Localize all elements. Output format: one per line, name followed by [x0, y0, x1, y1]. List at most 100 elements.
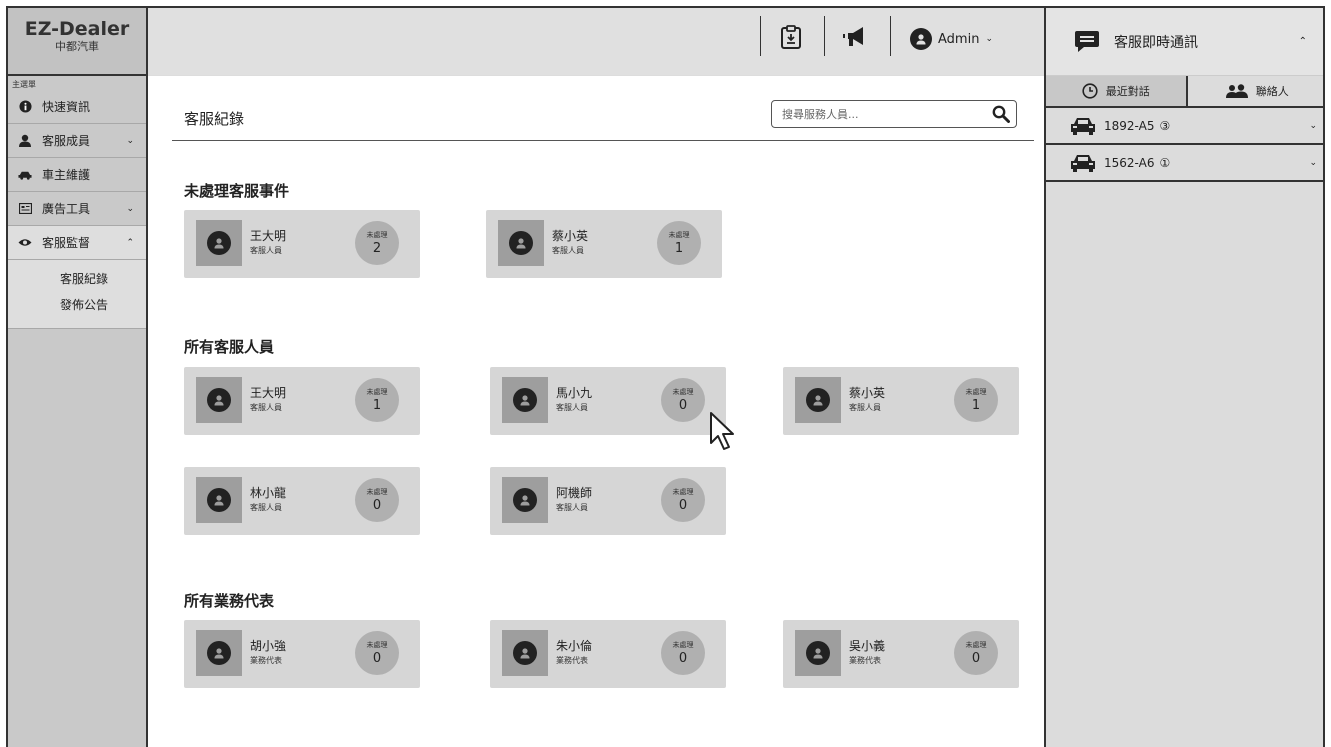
chevron-down-icon: ⌄	[126, 203, 134, 214]
staff-card[interactable]: 王大明 客服人員 未處理 1	[184, 367, 420, 435]
sidebar-item-label: 客服監督	[42, 236, 91, 250]
pending-count: 0	[372, 498, 382, 513]
chevron-up-icon: ⌃	[126, 237, 134, 248]
staff-role: 客服人員	[250, 503, 282, 512]
staff-card[interactable]: 林小龍 客服人員 未處理 0	[184, 467, 420, 535]
pending-count: 0	[678, 498, 688, 513]
staff-card[interactable]: 馬小九 客服人員 未處理 0	[490, 367, 726, 435]
rep-name: 吳小義	[849, 639, 886, 653]
tab-recent[interactable]: 最近對話	[1046, 76, 1188, 106]
top-bar: Admin ⌄	[148, 8, 1044, 76]
chevron-up-icon[interactable]: ⌃	[1299, 36, 1307, 47]
divider	[760, 16, 761, 56]
staff-card[interactable]: 蔡小英 客服人員 未處理 1	[486, 210, 722, 278]
pending-label: 未處理	[965, 641, 987, 649]
pending-count: 2	[372, 241, 382, 256]
staff-name: 阿機師	[556, 486, 593, 500]
user-menu[interactable]: Admin ⌄	[910, 28, 993, 50]
rep-name: 朱小倫	[556, 639, 593, 653]
staff-name: 王大明	[250, 386, 287, 400]
submenu-item-service-records[interactable]: 客服紀錄	[8, 266, 146, 292]
pending-badge: 未處理 1	[954, 378, 998, 422]
app-frame: EZ-Dealer 中都汽車 主選單 快速資訊 客服成員 ⌄ 車主維護 廣告工具…	[6, 6, 1325, 747]
chevron-down-icon[interactable]: ⌄	[1309, 158, 1317, 168]
pending-badge: 未處理 2	[355, 221, 399, 265]
avatar	[910, 28, 932, 50]
staff-card[interactable]: 蔡小英 客服人員 未處理 1	[783, 367, 1019, 435]
clock-icon	[1082, 83, 1098, 99]
brand-subtitle: 中都汽車	[55, 40, 99, 53]
clipboard-icon[interactable]	[778, 24, 804, 50]
logo[interactable]: EZ-Dealer 中都汽車	[8, 8, 146, 76]
staff-role: 客服人員	[556, 503, 588, 512]
sidebar-item-label: 客服成員	[42, 134, 91, 148]
sidebar-item-members[interactable]: 客服成員 ⌄	[8, 124, 146, 158]
search-box[interactable]	[771, 100, 1017, 128]
sidebar: EZ-Dealer 中都汽車 主選單 快速資訊 客服成員 ⌄ 車主維護 廣告工具…	[8, 8, 148, 747]
conversation-plate: 1892-A5	[1104, 118, 1155, 133]
chevron-down-icon[interactable]: ⌄	[1309, 121, 1317, 131]
rep-role: 業務代表	[849, 656, 881, 665]
chevron-down-icon: ⌄	[985, 34, 993, 44]
car-icon	[18, 168, 32, 182]
sidebar-item-supervision[interactable]: 客服監督 ⌃	[8, 226, 146, 260]
staff-role: 客服人員	[552, 246, 584, 255]
megaphone-icon[interactable]	[843, 24, 869, 50]
pending-badge: 未處理 0	[661, 478, 705, 522]
pending-label: 未處理	[366, 488, 388, 496]
pending-count: 0	[372, 651, 382, 666]
rep-role: 業務代表	[556, 656, 588, 665]
staff-card[interactable]: 王大明 客服人員 未處理 2	[184, 210, 420, 278]
pending-badge: 未處理 0	[661, 631, 705, 675]
avatar	[502, 630, 548, 676]
pending-label: 未處理	[668, 231, 690, 239]
pending-label: 未處理	[672, 388, 694, 396]
rep-card[interactable]: 吳小義 業務代表 未處理 0	[783, 620, 1019, 688]
submenu-item-announcements[interactable]: 發佈公告	[8, 292, 146, 318]
sidebar-item-owners[interactable]: 車主維護	[8, 158, 146, 192]
rep-card[interactable]: 胡小強 業務代表 未處理 0	[184, 620, 420, 688]
pending-badge: 未處理 0	[661, 378, 705, 422]
tab-label: 聯絡人	[1255, 85, 1289, 98]
submenu-supervision: 客服紀錄 發佈公告	[8, 260, 146, 329]
pending-label: 未處理	[965, 388, 987, 396]
conversation-plate: 1562-A6	[1104, 155, 1155, 170]
brand-name: EZ-Dealer	[24, 18, 130, 40]
chat-header[interactable]: 客服即時通訊 ⌃	[1046, 8, 1323, 76]
menu-caption: 主選單	[12, 80, 36, 89]
tab-contacts[interactable]: 聯絡人	[1188, 76, 1324, 106]
section-title-all-staff: 所有客服人員	[184, 338, 275, 356]
sidebar-item-quick-info[interactable]: 快速資訊	[8, 90, 146, 124]
sidebar-item-ad-tools[interactable]: 廣告工具 ⌄	[8, 192, 146, 226]
pending-count: 1	[971, 398, 981, 413]
sidebar-item-label: 車主維護	[42, 168, 91, 182]
staff-name: 馬小九	[556, 386, 593, 400]
tab-label: 最近對話	[1105, 85, 1150, 98]
staff-name: 王大明	[250, 229, 287, 243]
pending-count: 1	[372, 398, 382, 413]
staff-role: 客服人員	[250, 403, 282, 412]
search-icon[interactable]	[986, 101, 1016, 127]
pending-badge: 未處理 0	[355, 631, 399, 675]
chat-icon	[1075, 30, 1099, 52]
rep-card[interactable]: 朱小倫 業務代表 未處理 0	[490, 620, 726, 688]
staff-role: 客服人員	[250, 246, 282, 255]
car-icon	[1070, 117, 1096, 135]
chat-tabs: 最近對話 聯絡人	[1046, 76, 1324, 108]
section-title-pending: 未處理客服事件	[184, 182, 290, 200]
avatar	[502, 477, 548, 523]
avatar	[795, 630, 841, 676]
ad-icon	[18, 202, 32, 216]
pending-count: 1	[674, 241, 684, 256]
pending-badge: 未處理 0	[954, 631, 998, 675]
staff-card[interactable]: 阿機師 客服人員 未處理 0	[490, 467, 726, 535]
conversation-item[interactable]: 1892-A5 ③ ⌄	[1046, 108, 1323, 145]
avatar	[196, 220, 242, 266]
avatar	[498, 220, 544, 266]
pending-label: 未處理	[366, 641, 388, 649]
pending-badge: 未處理 1	[657, 221, 701, 265]
search-input[interactable]	[772, 101, 986, 127]
staff-role: 客服人員	[849, 403, 881, 412]
conversation-item[interactable]: 1562-A6 ① ⌄	[1046, 145, 1323, 182]
staff-name: 林小龍	[250, 486, 287, 500]
